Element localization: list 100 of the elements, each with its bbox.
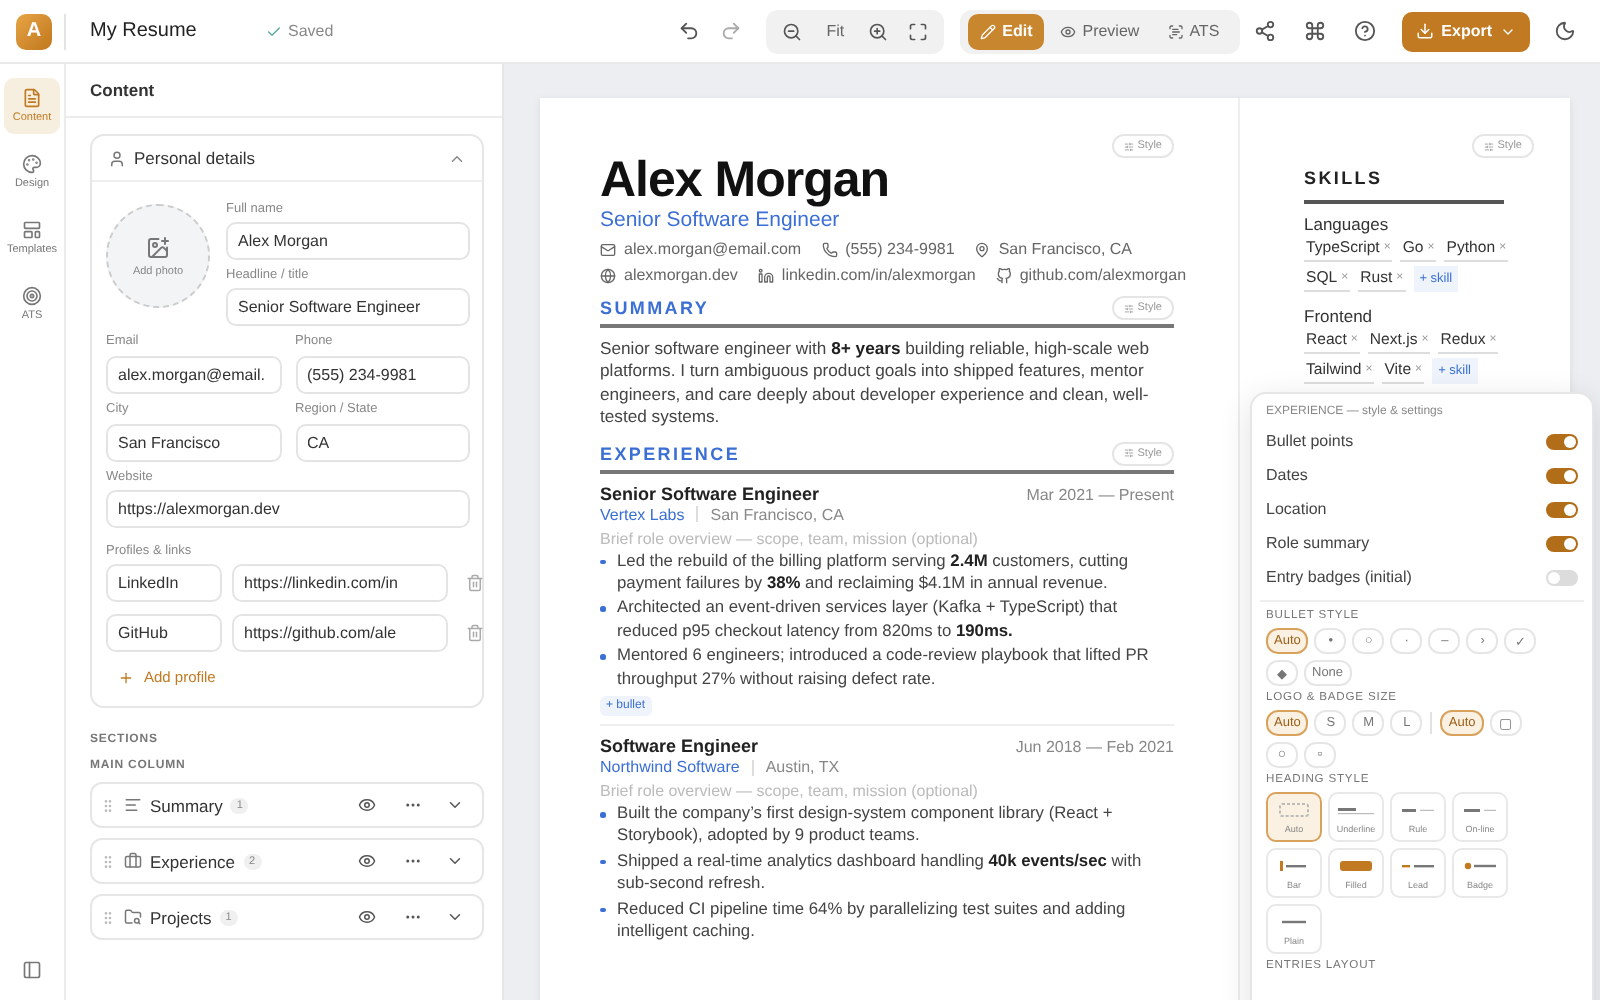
- bullet-text: Led the rebuild of the billing platform serving 2.4M customers, cutting payment failures by 38% and reclaiming $4.1M in annual revenue.: [617, 549, 1131, 595]
- summary-text: Senior software engineer with 8+ years building reliable, high-scale web platforms. I turn ambiguous product goals into shipped features, mentor engineers, and care deeply about developer experience and clean, well-tested systems.: [600, 338, 1151, 430]
- job-title: Senior Software Engineer: [600, 483, 820, 504]
- bullet-icon: [600, 606, 605, 612]
- resume-name: Alex Morgan: [600, 152, 892, 208]
- eye-icon: [1060, 23, 1077, 39]
- input-field[interactable]: (555) 234-9981: [295, 356, 470, 394]
- sliders-icon: [1123, 141, 1134, 151]
- linkedin-icon: [757, 267, 774, 283]
- bullet-icon: [600, 812, 605, 818]
- drag-handle-icon: [100, 909, 116, 925]
- skill-group-name: Languages: [1304, 214, 1391, 234]
- image-plus-icon: [146, 235, 170, 259]
- document-title: My Resume: [90, 20, 199, 42]
- check-icon: [266, 23, 282, 39]
- input-field[interactable]: GitHub: [106, 614, 222, 652]
- bullet-icon: [600, 907, 605, 913]
- collapse-sidebar-button[interactable]: [22, 960, 42, 980]
- bullet-text: Architected an event-driven services layer (Kafka + TypeScript) that reduced p95 checkout latency from 820ms to 190ms.: [617, 596, 1120, 643]
- chevron-down-icon: [446, 908, 464, 926]
- user-icon: [108, 149, 126, 167]
- target-icon: [22, 286, 42, 306]
- text-lines-icon: [124, 796, 142, 814]
- section-name: Summary: [150, 795, 223, 815]
- layout-icon: [22, 220, 42, 240]
- globe-icon: [600, 267, 616, 283]
- sliders-icon: [1123, 448, 1134, 459]
- input-field[interactable]: Alex Morgan: [226, 222, 470, 260]
- section-heading: EXPERIENCE: [600, 443, 741, 464]
- heading-style-preview-icon: [1336, 857, 1376, 873]
- chevron-down-icon: [446, 796, 464, 814]
- map-pin-icon: [974, 241, 991, 257]
- contact-item: alexmorgan.dev: [600, 266, 738, 284]
- folder-icon: [124, 908, 142, 926]
- toggle-label: Dates: [1266, 466, 1308, 484]
- toggle-switch[interactable]: [1546, 569, 1578, 585]
- toggle-label: Bullet points: [1266, 432, 1354, 450]
- dark-mode-button[interactable]: [1550, 16, 1580, 46]
- contact-item: alex.morgan@email.com: [600, 240, 802, 258]
- toggle-switch[interactable]: [1546, 433, 1578, 449]
- toggle-label: Location: [1266, 500, 1327, 518]
- phone-icon: [821, 241, 838, 257]
- job-title: Software Engineer: [600, 736, 759, 757]
- bullet-text: Mentored 6 engineers; introduced a code-review playbook that lifted PR throughput 27% without raising defect rate.: [617, 644, 1151, 691]
- section-name: Projects: [150, 907, 212, 927]
- section-name: Experience: [150, 851, 236, 871]
- chevron-down-icon: [446, 852, 464, 870]
- contact-item: linkedin.com/in/alexmorgan: [757, 266, 976, 284]
- pencil-icon: [980, 23, 997, 39]
- bullet-text: Shipped a real-time analytics dashboard handling 40k events/sec with sub-second refresh.: [617, 849, 1144, 896]
- fit-button[interactable]: Fit: [814, 22, 857, 40]
- contact-item: San Francisco, CA: [974, 240, 1133, 258]
- personal-details-header[interactable]: Personal details: [92, 136, 482, 182]
- mode-tab[interactable]: Preview: [1048, 13, 1152, 49]
- sliders-icon: [1483, 141, 1494, 151]
- resume-headline: Senior Software Engineer: [600, 208, 842, 232]
- drag-handle-icon: [100, 853, 116, 869]
- bullet-text: Reduced CI pipeline time 64% by parallelizing test suites and adding intelligent caching.: [617, 897, 1128, 943]
- toggle-switch[interactable]: [1546, 467, 1578, 483]
- toggle-switch[interactable]: [1546, 535, 1578, 551]
- app-logo[interactable]: A: [16, 13, 52, 49]
- github-icon: [995, 267, 1012, 283]
- bullet-text: Built the company’s first design-system component library (React + Storybook), adopted by 9 product teams.: [617, 802, 1115, 848]
- job-location: San Francisco, CA: [710, 505, 844, 524]
- input-field[interactable]: https://github.com/ale: [232, 614, 448, 652]
- section-heading: SUMMARY: [600, 298, 710, 318]
- job-dates: Jun 2018 — Feb 2021: [1015, 738, 1174, 757]
- bullet-icon: [600, 654, 605, 660]
- mode-tab[interactable]: Edit: [968, 13, 1045, 49]
- palette-icon: [22, 154, 42, 174]
- plus-icon: [118, 669, 134, 685]
- job-location: Austin, TX: [765, 758, 840, 777]
- toggle-switch[interactable]: [1546, 501, 1578, 517]
- mail-icon: [600, 241, 616, 257]
- input-field[interactable]: CA: [295, 424, 470, 462]
- input-field[interactable]: Senior Software Engineer: [226, 288, 470, 326]
- input-field[interactable]: San Francisco: [106, 424, 281, 462]
- drag-handle-icon: [100, 797, 116, 813]
- document-icon: [22, 88, 42, 108]
- export-button[interactable]: Export: [1401, 11, 1530, 51]
- bullet-icon: [600, 559, 605, 565]
- input-field[interactable]: https://linkedin.com/in: [232, 564, 448, 602]
- mode-tab[interactable]: ATS: [1155, 13, 1232, 49]
- heading-style-preview-icon: [1460, 857, 1500, 873]
- input-field[interactable]: alex.morgan@email.: [106, 356, 281, 394]
- company-name: Northwind Software: [600, 758, 740, 777]
- company-name: Vertex Labs: [600, 505, 685, 524]
- save-status: Saved: [266, 22, 334, 40]
- input-field[interactable]: LinkedIn: [106, 564, 222, 602]
- toggle-label: Role summary: [1266, 534, 1370, 552]
- job-dates: Mar 2021 — Present: [1026, 485, 1174, 504]
- heading-style-preview-icon: [1274, 801, 1314, 817]
- toggle-label: Entry badges (initial): [1266, 568, 1412, 586]
- help-button[interactable]: [1349, 16, 1380, 46]
- input-field[interactable]: https://alexmorgan.dev: [106, 490, 470, 528]
- skill-group-name: Frontend: [1304, 306, 1375, 326]
- panel-title: Content: [66, 64, 502, 118]
- download-icon: [1415, 22, 1434, 40]
- contact-item: github.com/alexmorgan: [995, 266, 1187, 284]
- bullet-icon: [600, 859, 605, 865]
